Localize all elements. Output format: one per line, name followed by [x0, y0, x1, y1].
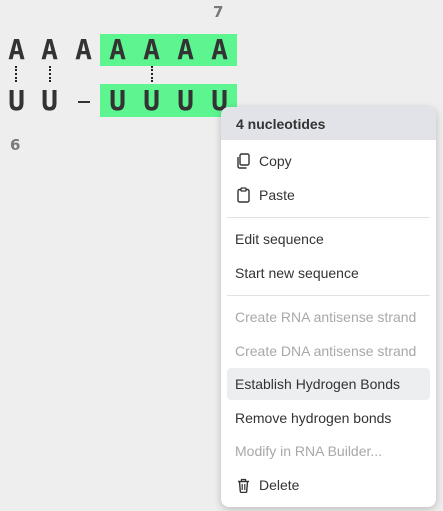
copy-icon [235, 153, 251, 169]
paste-menu-item[interactable]: Paste [227, 179, 430, 211]
strand-gap [78, 101, 90, 103]
nucleotide-u[interactable]: U [0, 85, 33, 117]
start-new-sequence-menu-item[interactable]: Start new sequence [227, 257, 430, 289]
delete-menu-item[interactable]: Delete [227, 469, 430, 501]
paste-label: Paste [259, 187, 295, 203]
establish-hydrogen-bonds-menu-item[interactable]: Establish Hydrogen Bonds [227, 368, 430, 400]
remove-hydrogen-bonds-label: Remove hydrogen bonds [235, 410, 392, 426]
context-menu: 4 nucleotides Copy Paste Edit sequence S… [221, 107, 436, 507]
hydrogen-bond [15, 66, 17, 82]
edit-sequence-menu-item[interactable]: Edit sequence [227, 223, 430, 255]
remove-hydrogen-bonds-menu-item[interactable]: Remove hydrogen bonds [227, 402, 430, 434]
modify-in-rna-builder-menu-item[interactable]: Modify in RNA Builder... [227, 435, 430, 467]
nucleotide-a[interactable]: A [135, 34, 168, 66]
nucleotide-a[interactable]: A [0, 34, 33, 66]
edit-sequence-label: Edit sequence [235, 231, 324, 247]
copy-menu-item[interactable]: Copy [227, 145, 430, 177]
create-dna-antisense-label: Create DNA antisense strand [235, 343, 417, 359]
create-rna-antisense-label: Create RNA antisense strand [235, 309, 417, 325]
nucleotide-a[interactable]: A [101, 34, 134, 66]
menu-divider [227, 217, 430, 218]
context-menu-header: 4 nucleotides [221, 107, 436, 140]
nucleotide-u[interactable]: U [33, 85, 66, 117]
sequence-position-number: 6 [10, 136, 21, 154]
clipboard-icon [235, 187, 251, 203]
menu-divider [227, 295, 430, 296]
create-rna-antisense-menu-item[interactable]: Create RNA antisense strand [227, 301, 430, 333]
nucleotide-a[interactable]: A [67, 34, 100, 66]
modify-in-rna-builder-label: Modify in RNA Builder... [235, 443, 383, 459]
establish-hydrogen-bonds-label: Establish Hydrogen Bonds [235, 376, 400, 392]
start-new-sequence-label: Start new sequence [235, 265, 359, 281]
nucleotide-u[interactable]: U [135, 85, 168, 117]
nucleotide-u[interactable]: U [101, 85, 134, 117]
nucleotide-a[interactable]: A [169, 34, 202, 66]
nucleotide-a[interactable]: A [203, 34, 236, 66]
delete-label: Delete [259, 477, 300, 493]
copy-label: Copy [259, 153, 292, 169]
hydrogen-bond [49, 66, 51, 82]
nucleotide-a[interactable]: A [33, 34, 66, 66]
create-dna-antisense-menu-item[interactable]: Create DNA antisense strand [227, 335, 430, 367]
nucleotide-u[interactable]: U [169, 85, 202, 117]
sequence-position-number: 7 [213, 3, 224, 21]
selection-count: 4 nucleotides [236, 115, 326, 132]
trash-icon [235, 477, 251, 493]
hydrogen-bond [151, 66, 153, 82]
